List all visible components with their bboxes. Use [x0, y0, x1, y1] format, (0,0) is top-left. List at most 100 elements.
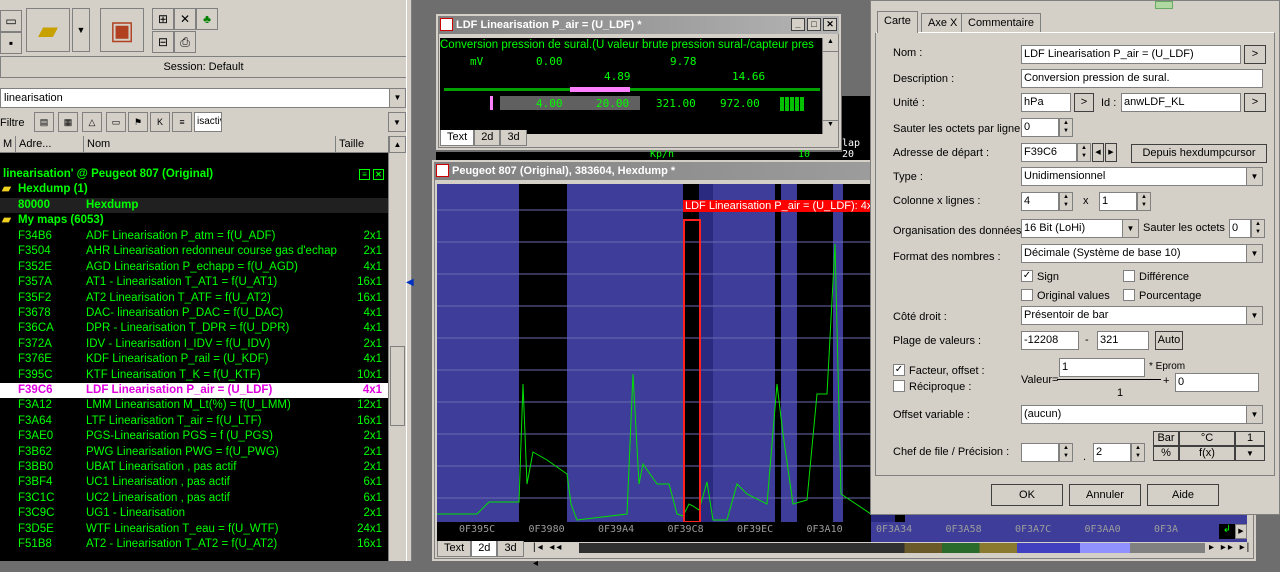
factor-offset-checkbox[interactable]: ✓: [893, 364, 905, 376]
bar-button[interactable]: Bar: [1153, 431, 1179, 446]
tab-3d[interactable]: 3d: [497, 541, 524, 557]
filter-bytes-icon[interactable]: ▦: [58, 112, 78, 132]
ldf-scrollbar[interactable]: ▲ ▼: [822, 38, 838, 134]
map-row[interactable]: F34B6 ADF Linearisation P_atm = f(U_ADF) 2…: [0, 229, 388, 244]
map-row[interactable]: F3504 AHR Linearisation redonneur course …: [0, 244, 388, 259]
map-row[interactable]: F352E AGD Linearisation P_echapp = f(U_AG…: [0, 260, 388, 275]
filter-list-icon[interactable]: ≡: [172, 112, 192, 132]
chevron-down-icon[interactable]: ▼: [1122, 220, 1138, 237]
offset-variable-select[interactable]: (aucun) ▼: [1021, 405, 1263, 424]
filter-map-icon[interactable]: ▭: [106, 112, 126, 132]
from-hexdump-cursor-button[interactable]: Depuis hexdumpcursor: [1131, 144, 1267, 163]
open-dropdown-icon[interactable]: ▼: [72, 8, 90, 52]
scroll-up-icon[interactable]: ▲: [823, 38, 838, 52]
description-field[interactable]: Conversion pression de sural.: [1021, 69, 1263, 88]
scroll-thumb[interactable]: [390, 346, 405, 426]
ldf-value[interactable]: 972.00: [720, 97, 760, 110]
filter-curve-icon[interactable]: △: [82, 112, 102, 132]
chevron-down-icon[interactable]: ▼: [389, 89, 405, 107]
map-row[interactable]: F395C KTF Linearisation T_K = f(U_KTF) 10x…: [0, 368, 388, 383]
tab-3d[interactable]: 3d: [500, 130, 527, 146]
ldf-value[interactable]: 321.00: [656, 97, 696, 110]
hexdump-group[interactable]: ▰ Hexdump (1): [0, 182, 388, 197]
page-first-prev-icons[interactable]: |◂ ◂◂ ◂: [533, 540, 573, 572]
reciprocal-checkbox[interactable]: [893, 380, 905, 392]
chevron-down-icon[interactable]: ▼: [1246, 168, 1262, 185]
tools-icon[interactable]: ✕: [174, 8, 196, 30]
unit-more-icon[interactable]: >: [1074, 93, 1094, 112]
skip-bytes-line-field[interactable]: 0: [1021, 118, 1059, 137]
session-button[interactable]: Session: Default: [0, 56, 407, 78]
spin-icon[interactable]: ▲ ▼: [1059, 118, 1073, 137]
original-values-checkbox[interactable]: [1021, 289, 1033, 301]
import-icon[interactable]: ⊞: [152, 8, 174, 30]
address-next-icon[interactable]: ▶: [1105, 143, 1117, 162]
number-format-select[interactable]: Décimale (Système de base 10) ▼: [1021, 244, 1263, 263]
map-row[interactable]: F3C9C UG1 - Linearisation 2x1: [0, 506, 388, 521]
type-select[interactable]: Unidimensionnel ▼: [1021, 167, 1263, 186]
map-row[interactable]: F36CA DPR - Linearisation T_DPR = f(U_DPR…: [0, 321, 388, 336]
hexdump-overview-bar[interactable]: [579, 543, 1205, 553]
tree-scrollbar[interactable]: ▲: [388, 136, 406, 561]
nom-field[interactable]: LDF Linearisation P_air = (U_LDF): [1021, 45, 1241, 64]
spin-icon[interactable]: ▲ ▼: [1251, 219, 1265, 238]
map-row-selected[interactable]: F39C6 LDF Linearisation P_air = (U_LDF) 4x…: [0, 383, 388, 398]
open-folder-icon[interactable]: ▰: [26, 8, 70, 52]
map-row[interactable]: F3AE0 PGS-Linearisation PGS = f (U_PGS) 2x…: [0, 429, 388, 444]
column-name[interactable]: Nom: [84, 136, 336, 152]
panel-splitter[interactable]: ◀: [406, 0, 414, 561]
right-side-select[interactable]: Présentoir de bar ▼: [1021, 306, 1263, 325]
columns-field[interactable]: 4: [1021, 192, 1059, 211]
map-row[interactable]: F51B8 AT2 - Linearisation T_AT2 = f(U_AT2…: [0, 537, 388, 552]
map-row[interactable]: F35F2 AT2 Linearisation T_ATF = f(U_AT2) 1…: [0, 291, 388, 306]
unit-field[interactable]: hPa: [1021, 93, 1071, 112]
filter-bits-icon[interactable]: ▤: [34, 112, 54, 132]
map-row[interactable]: F3D5E WTF Linearisation T_eau = f(U_WTF) 2…: [0, 522, 388, 537]
one-button[interactable]: 1: [1235, 431, 1265, 446]
precision-field[interactable]: 2: [1093, 443, 1131, 462]
units-dropdown-icon[interactable]: ▼: [1235, 446, 1265, 461]
rows-field[interactable]: 1: [1099, 192, 1137, 211]
tab-carte[interactable]: Carte: [877, 11, 918, 33]
spin-icon[interactable]: ▲ ▼: [1059, 192, 1073, 211]
save-icon[interactable]: ▪: [0, 32, 22, 54]
celsius-button[interactable]: °C: [1179, 431, 1235, 446]
map-row[interactable]: F3BB0 UBAT Linearisation , pas actif 2x1: [0, 460, 388, 475]
page-next-last-icons[interactable]: ▸ ▸▸ ▸|: [1209, 540, 1253, 556]
column-m[interactable]: M: [0, 136, 16, 152]
nom-more-icon[interactable]: >: [1244, 45, 1266, 64]
filter-kk-icon[interactable]: K: [150, 112, 170, 132]
range-max-field[interactable]: 321: [1097, 331, 1149, 350]
column-address[interactable]: Adre...: [16, 136, 84, 152]
project-icon[interactable]: ▣: [100, 8, 144, 52]
spin-icon[interactable]: ▲ ▼: [1131, 443, 1145, 462]
tab-2d[interactable]: 2d: [474, 130, 501, 146]
help-button[interactable]: Aide: [1147, 484, 1219, 506]
column-size[interactable]: Taille: [336, 136, 388, 152]
factor-field[interactable]: 1: [1059, 358, 1145, 377]
map-row[interactable]: F3A64 LTF Linearisation T_air = f(U_LTF) 1…: [0, 414, 388, 429]
ldf-value[interactable]: 4.00: [536, 97, 563, 110]
filter-dropdown-icon[interactable]: ▼: [388, 112, 406, 132]
chevron-down-icon[interactable]: ▼: [1246, 245, 1262, 262]
map-row[interactable]: F3678 DAC- linearisation P_DAC = f(U_DAC)…: [0, 306, 388, 321]
tab-text[interactable]: Text: [440, 130, 475, 146]
scroll-down-icon[interactable]: ▼: [823, 120, 838, 134]
map-row[interactable]: F3C1C UC2 Linearisation , pas actif 6x1: [0, 491, 388, 506]
chevron-down-icon[interactable]: ▼: [1246, 406, 1262, 423]
id-more-icon[interactable]: >: [1244, 93, 1266, 112]
map-row[interactable]: F372A IDV - Linearisation I_IDV = f(U_IDV…: [0, 337, 388, 352]
ldf-value[interactable]: 20.00: [596, 97, 629, 110]
ok-button[interactable]: OK: [991, 484, 1063, 506]
tab-text[interactable]: Text: [437, 541, 472, 557]
ldf-title-bar[interactable]: LDF Linearisation P_air = (U_LDF) * _ □ …: [438, 16, 839, 34]
percent-button[interactable]: %: [1153, 446, 1179, 461]
difference-checkbox[interactable]: [1123, 270, 1135, 282]
return-icon[interactable]: ↲: [1219, 524, 1235, 539]
tree-list-icon[interactable]: ≡: [359, 169, 370, 180]
cancel-button[interactable]: Annuler: [1069, 484, 1141, 506]
percentage-checkbox[interactable]: [1123, 289, 1135, 301]
map-row[interactable]: F3A12 LMM Linearisation M_Lt(%) = f(U_LMM…: [0, 398, 388, 413]
search-combo[interactable]: linearisation ▼: [0, 88, 406, 108]
range-min-field[interactable]: -12208: [1021, 331, 1079, 350]
